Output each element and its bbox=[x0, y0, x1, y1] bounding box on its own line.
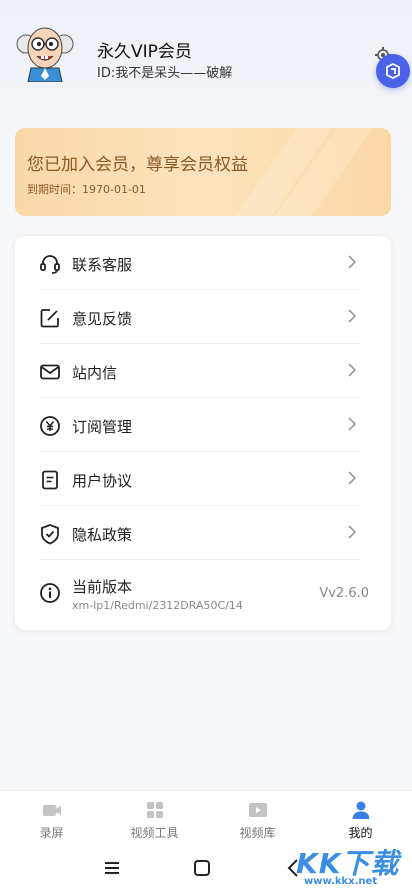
menu-item-label: 隐私政策 bbox=[72, 526, 133, 544]
version-value: Vv2.6.0 bbox=[319, 586, 369, 601]
version-label: 当前版本 bbox=[72, 578, 133, 596]
video-icon bbox=[41, 799, 63, 821]
menu-item-label: 用户协议 bbox=[72, 472, 133, 490]
vip-expire-date: 到期时间：1970-01-01 bbox=[27, 183, 146, 196]
tab-label: 录屏 bbox=[39, 826, 64, 840]
person-icon bbox=[350, 799, 372, 821]
profile-header: 永久VIP会员 ID:我不是呆头——破解 bbox=[0, 0, 412, 110]
menu-item-user-agreement[interactable]: 用户协议 bbox=[39, 452, 361, 506]
menu-item-label: 联系客服 bbox=[72, 256, 133, 274]
menu-item-label: 订阅管理 bbox=[72, 418, 133, 436]
edit-icon bbox=[39, 307, 61, 329]
watermark-logo: KK下载 www.kkx.net bbox=[296, 842, 412, 888]
menu-item-inbox[interactable]: 站内信 bbox=[39, 344, 361, 398]
menu-item-label: 站内信 bbox=[72, 364, 118, 382]
menu-list: 联系客服 意见反馈 站内信 订阅管理 用户协议 隐私政策 当前版本 xm-lp1… bbox=[15, 236, 391, 630]
chevron-right-icon bbox=[347, 308, 357, 324]
tab-label: 我的 bbox=[348, 826, 373, 840]
tab-label: 视频库 bbox=[239, 826, 276, 840]
document-icon bbox=[39, 469, 61, 491]
home-icon[interactable] bbox=[190, 856, 214, 880]
menu-item-version[interactable]: 当前版本 xm-lp1/Redmi/2312DRA50C/14 Vv2.6.0 bbox=[39, 566, 369, 626]
yen-icon bbox=[39, 415, 61, 437]
tab-screen-record[interactable]: 录屏 bbox=[0, 791, 103, 847]
vip-badge-icon[interactable] bbox=[376, 54, 410, 88]
menu-item-privacy-policy[interactable]: 隐私政策 bbox=[39, 506, 361, 560]
menu-icon[interactable] bbox=[100, 856, 124, 880]
tab-video-tools[interactable]: 视频工具 bbox=[103, 791, 206, 847]
bottom-tab-bar: 录屏 视频工具 视频库 我的 bbox=[0, 790, 412, 846]
menu-item-subscription[interactable]: 订阅管理 bbox=[39, 398, 361, 452]
chevron-right-icon bbox=[347, 254, 357, 270]
tab-mine[interactable]: 我的 bbox=[309, 791, 412, 847]
menu-item-label: 意见反馈 bbox=[72, 310, 133, 328]
play-folder-icon bbox=[247, 799, 269, 821]
avatar[interactable] bbox=[14, 20, 76, 83]
chevron-right-icon bbox=[347, 470, 357, 486]
user-id: ID:我不是呆头——破解 bbox=[97, 66, 233, 81]
vip-title: 您已加入会员，尊享会员权益 bbox=[27, 155, 248, 175]
menu-item-customer-service[interactable]: 联系客服 bbox=[39, 236, 361, 290]
username: 永久VIP会员 bbox=[97, 42, 192, 62]
tab-label: 视频工具 bbox=[130, 826, 179, 840]
watermark-url: www.kkx.net bbox=[304, 876, 378, 887]
mail-icon bbox=[39, 361, 61, 383]
vip-status-card[interactable]: 您已加入会员，尊享会员权益 到期时间：1970-01-01 bbox=[15, 128, 391, 216]
info-icon bbox=[39, 582, 61, 604]
shield-icon bbox=[39, 523, 61, 545]
tab-video-library[interactable]: 视频库 bbox=[206, 791, 309, 847]
grid-icon bbox=[144, 799, 166, 821]
menu-item-feedback[interactable]: 意见反馈 bbox=[39, 290, 361, 344]
chevron-right-icon bbox=[347, 416, 357, 432]
chevron-right-icon bbox=[347, 524, 357, 540]
chevron-right-icon bbox=[347, 362, 357, 378]
headset-icon bbox=[39, 253, 61, 275]
device-info: xm-lp1/Redmi/2312DRA50C/14 bbox=[72, 599, 243, 612]
